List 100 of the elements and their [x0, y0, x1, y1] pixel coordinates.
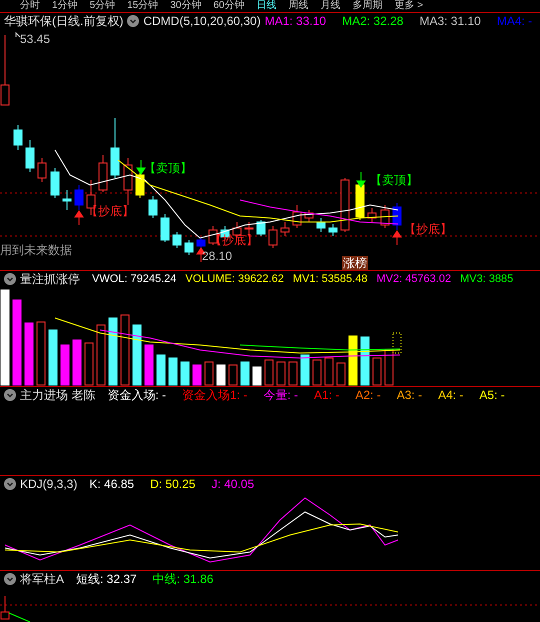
volume-bar — [168, 358, 178, 386]
chevron-icon[interactable] — [4, 478, 16, 490]
indicator-reading: 中线: 31.86 — [152, 573, 214, 585]
indicator-reading: A4: - — [438, 389, 464, 401]
candlestick — [184, 240, 194, 256]
indicator-reading: D: 50.25 — [150, 478, 196, 490]
candlestick — [38, 158, 46, 182]
candlestick — [62, 190, 72, 210]
indicator-reading: MA2: 32.28 — [342, 14, 404, 26]
candlestick — [208, 226, 218, 246]
period-tab[interactable]: 分时 — [20, 0, 40, 12]
buy-signal-label: 【抄底】 — [404, 223, 452, 235]
stock-title: 华骐环保(日线.前复权) — [4, 14, 124, 26]
volume-bar — [348, 336, 358, 386]
candlestick — [124, 158, 132, 206]
candlestick — [14, 124, 22, 150]
volume-bar — [312, 360, 322, 386]
period-tab[interactable]: 月线 — [320, 0, 340, 12]
candlestick — [368, 208, 376, 222]
volume-bar — [72, 340, 82, 386]
panel-title: 量注抓涨停 — [20, 273, 80, 285]
volume-bar — [180, 362, 190, 386]
indicator-reading: A5: - — [479, 389, 505, 401]
period-tab[interactable]: 15分钟 — [127, 0, 158, 12]
volume-bar — [24, 322, 34, 386]
indicator-reading: 短线: 32.37 — [76, 573, 137, 585]
price-label: 28.10 — [202, 250, 232, 262]
candlestick — [74, 184, 84, 210]
panel-title: 将军柱A — [20, 573, 64, 585]
volume-bar — [264, 360, 274, 386]
candlestick — [196, 238, 206, 248]
period-tab[interactable]: 30分钟 — [170, 0, 202, 12]
period-tab[interactable]: 周线 — [288, 0, 308, 12]
volume-bar — [252, 366, 262, 386]
candlestick — [110, 118, 120, 178]
candlestick — [256, 220, 266, 236]
candlestick — [148, 196, 158, 218]
candlestick — [268, 226, 278, 248]
period-tab[interactable]: 更多 > — [394, 0, 424, 12]
indicator-reading: MV1: 53585.48 — [292, 274, 368, 284]
up-arrow-icon — [392, 230, 402, 246]
indicator-reading: J: 40.05 — [211, 478, 254, 490]
volume-bar — [360, 336, 370, 386]
period-tab[interactable]: 60分钟 — [213, 0, 244, 12]
buy-signal-label: 【抄底】 — [86, 205, 134, 217]
indicator-reading: VWOL: 79245.24 — [92, 274, 176, 284]
panel-title: KDJ(9,3,3) — [20, 478, 78, 490]
candlestick — [86, 180, 96, 216]
candlestick — [304, 210, 314, 222]
signal-line — [8, 612, 30, 622]
sell-signal-label: 【卖顶】 — [370, 174, 418, 186]
candlestick — [26, 140, 34, 172]
indicator-reading: 资金入场: - — [107, 389, 166, 401]
period-tab[interactable]: 日线 — [256, 0, 276, 12]
volume-bar — [192, 364, 202, 386]
down-arrow-icon — [356, 172, 366, 188]
volume-bar — [120, 314, 130, 386]
down-arrow-icon — [136, 160, 146, 175]
sell-signal-label: 【卖顶】 — [144, 162, 192, 174]
candlestick — [280, 222, 290, 236]
indicator-reading: 资金入场1: - — [182, 389, 248, 401]
up-arrow-icon — [74, 210, 84, 226]
leader-line — [16, 32, 20, 38]
candlestick — [356, 182, 364, 220]
volume-bar — [144, 344, 154, 386]
price-label: 53.45 — [20, 33, 50, 45]
chevron-icon[interactable] — [4, 389, 16, 401]
indicator-reading: MV3: 3885 — [460, 274, 514, 284]
indicator-reading: 今量: - — [263, 389, 298, 401]
volume-bar — [216, 364, 226, 386]
volume-bar — [132, 324, 142, 386]
indicator-reading: MV2: 45763.02 — [376, 274, 452, 284]
candlestick — [50, 168, 60, 198]
period-tab[interactable]: 多周期 — [352, 0, 382, 12]
indicator-reading: A3: - — [396, 389, 422, 401]
candlestick — [172, 232, 182, 248]
volume-bar — [108, 318, 118, 386]
chevron-icon[interactable] — [4, 573, 16, 585]
period-tab[interactable]: 5分钟 — [90, 0, 116, 12]
volume-bar — [372, 358, 382, 386]
indicator-reading: A2: - — [355, 389, 381, 401]
panel-title: 主力进场 老陈 — [20, 389, 96, 401]
candlestick — [380, 204, 390, 228]
candlestick — [316, 218, 326, 232]
volume-bar — [240, 362, 250, 386]
volume-bar — [204, 362, 214, 386]
volume-bar-outline — [392, 332, 402, 354]
volume-bar — [60, 344, 70, 386]
candlestick — [328, 224, 338, 236]
candlestick — [0, 596, 10, 620]
indicator-reading: MA3: 31.10 — [419, 14, 481, 26]
period-tab[interactable]: 1分钟 — [52, 0, 78, 12]
candlestick — [392, 202, 402, 230]
chevron-icon[interactable] — [4, 273, 16, 285]
volume-bar — [324, 358, 334, 386]
candlestick — [98, 154, 108, 192]
volume-bar — [84, 342, 94, 386]
chevron-icon[interactable] — [127, 14, 140, 26]
volume-bar — [228, 364, 238, 386]
volume-bar — [48, 330, 58, 386]
